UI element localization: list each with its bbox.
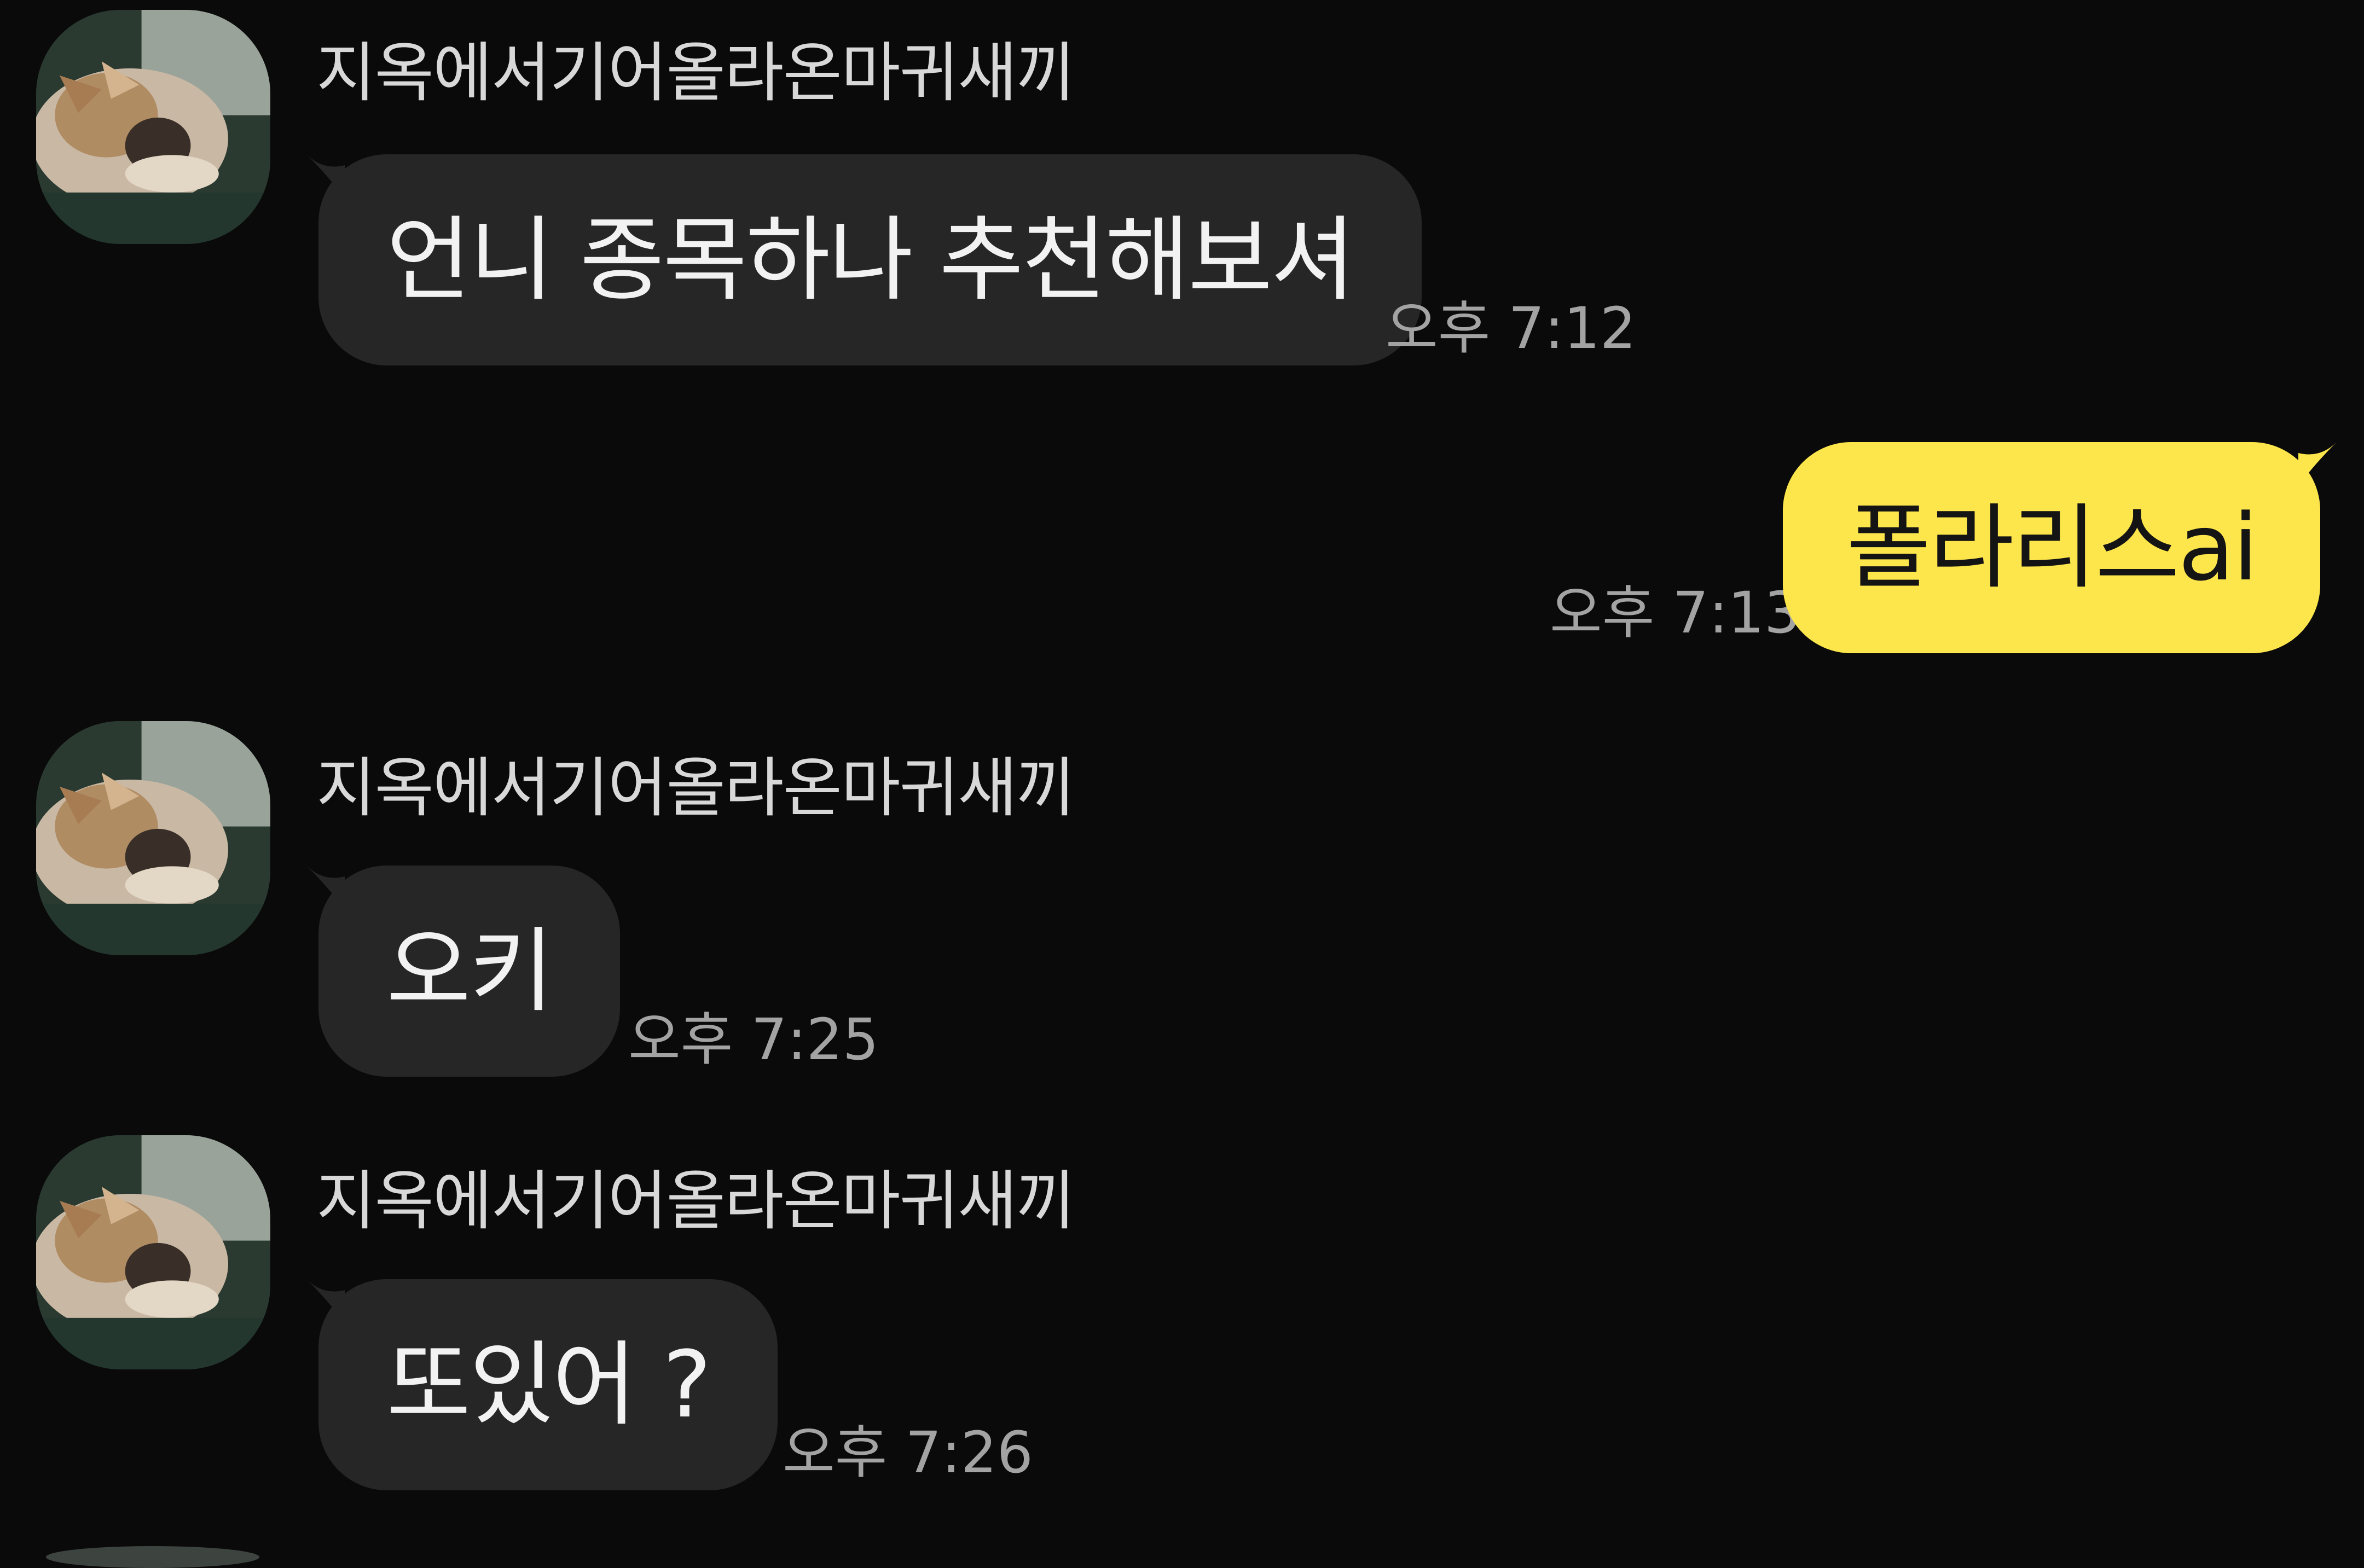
message-timestamp: 오후 7:25 (628, 1006, 879, 1073)
message-bubble[interactable]: 오키 (318, 866, 621, 1077)
dog-photo-icon (36, 1135, 270, 1369)
message-bubble[interactable]: 폴라리스ai (1783, 442, 2320, 653)
next-avatar-partial (46, 1546, 259, 1568)
bubble-tail (2298, 442, 2337, 486)
sender-name: 지옥에서기어올라온마귀새끼 (316, 1163, 1075, 1239)
sender-name: 지옥에서기어올라온마귀새끼 (316, 35, 1075, 111)
message-bubble[interactable]: 또있어 ? (318, 1279, 778, 1490)
sender-name: 지옥에서기어올라온마귀새끼 (316, 750, 1075, 826)
message-bubble[interactable]: 언니 종목하나 추천해보셔 (318, 154, 1422, 365)
dog-photo-icon (36, 721, 270, 955)
message-timestamp: 오후 7:13 (1550, 579, 1800, 646)
profile-avatar[interactable] (36, 721, 270, 955)
dog-photo-icon (36, 10, 270, 244)
profile-avatar[interactable] (36, 1135, 270, 1369)
profile-avatar[interactable] (36, 10, 270, 244)
message-timestamp: 오후 7:26 (783, 1419, 1033, 1486)
message-timestamp: 오후 7:12 (1386, 295, 1636, 362)
chat-message-list: 지옥에서기어올라온마귀새끼 언니 종목하나 추천해보셔 오후 7:12 오후 7… (0, 0, 2364, 1568)
